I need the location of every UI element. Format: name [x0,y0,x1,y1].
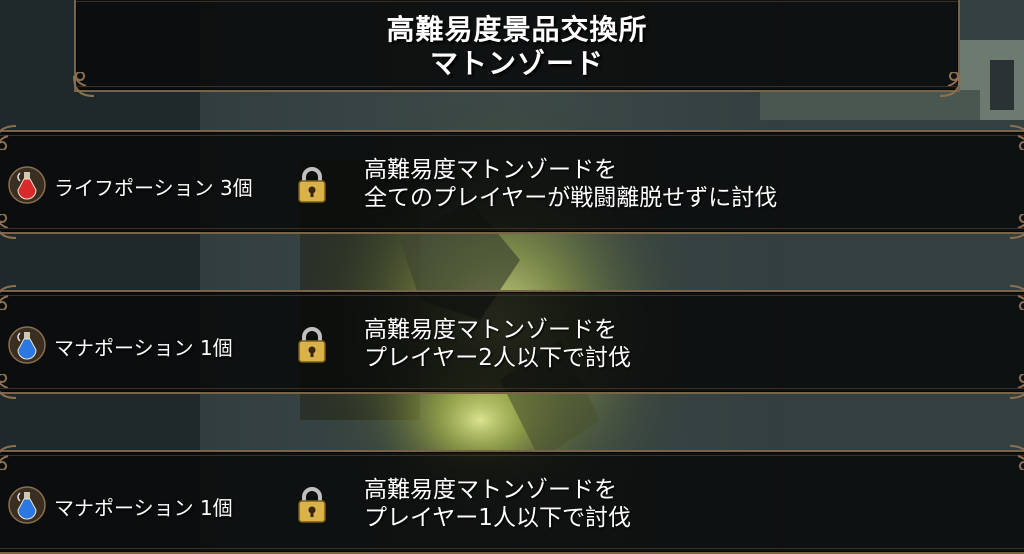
condition-line: プレイヤー1人以下で討伐 [364,505,631,531]
corner-ornament [1009,125,1024,150]
condition-line: 高難易度マトンゾードを [364,317,617,343]
title-banner: 高難易度景品交換所 マトンゾード [73,0,961,97]
condition-line: 高難易度マトンゾードを [364,477,617,503]
lock-icon [298,487,326,523]
corner-ornament [0,374,17,399]
lock-icon [298,327,326,363]
reward-label: マナポーション 1個 [54,496,233,520]
unlock-condition: 高難易度マトンゾードを プレイヤー2人以下で討伐 [364,316,631,372]
reward-label: マナポーション 1個 [54,336,233,360]
condition-line: プレイヤー2人以下で討伐 [364,345,631,371]
lock-icon [298,167,326,203]
corner-ornament [0,214,17,239]
corner-ornament [0,285,17,310]
mana-potion-icon [8,486,46,524]
boss-name: マトンゾード [429,47,604,80]
corner-ornament [73,72,95,97]
unlock-condition: 高難易度マトンゾードを プレイヤー1人以下で討伐 [364,476,631,532]
corner-ornament [1009,374,1024,399]
reward-row[interactable]: ライフポーション 3個 高難易度マトンゾードを 全てのプレイヤーが戦闘離脱せずに… [0,125,1024,239]
corner-ornament [0,125,17,150]
reward-row[interactable]: マナポーション 1個 高難易度マトンゾードを プレイヤー2人以下で討伐 [0,285,1024,399]
mana-potion-icon [8,326,46,364]
corner-ornament [939,72,961,97]
corner-ornament [1009,445,1024,470]
life-potion-icon [8,166,46,204]
reward-row[interactable]: マナポーション 1個 高難易度マトンゾードを プレイヤー1人以下で討伐 [0,445,1024,554]
corner-ornament [0,445,17,470]
unlock-condition: 高難易度マトンゾードを 全てのプレイヤーが戦闘離脱せずに討伐 [364,156,777,212]
corner-ornament [1009,214,1024,239]
condition-line: 高難易度マトンゾードを [364,157,617,183]
corner-ornament [1009,285,1024,310]
reward-label: ライフポーション 3個 [54,176,253,200]
condition-line: 全てのプレイヤーが戦闘離脱せずに討伐 [364,185,778,211]
